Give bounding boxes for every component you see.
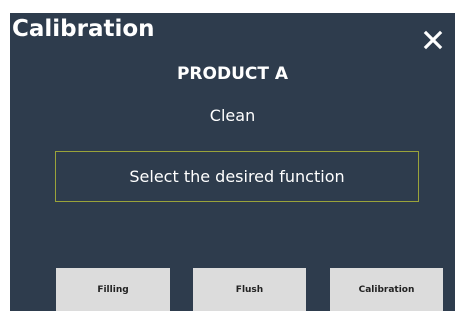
dialog-title: Calibration	[12, 16, 155, 42]
calibration-dialog: Calibration PRODUCT A Clean Select the d…	[10, 13, 455, 311]
calibration-button[interactable]: Calibration	[330, 268, 443, 311]
product-mode: Clean	[209, 106, 256, 125]
filling-button[interactable]: Filling	[56, 268, 170, 311]
product-name: PRODUCT A	[176, 64, 289, 84]
prompt-box: Select the desired function	[55, 151, 419, 202]
prompt-text: Select the desired function	[129, 167, 345, 186]
close-icon	[423, 30, 443, 50]
close-button[interactable]	[422, 29, 444, 51]
flush-button[interactable]: Flush	[193, 268, 306, 311]
